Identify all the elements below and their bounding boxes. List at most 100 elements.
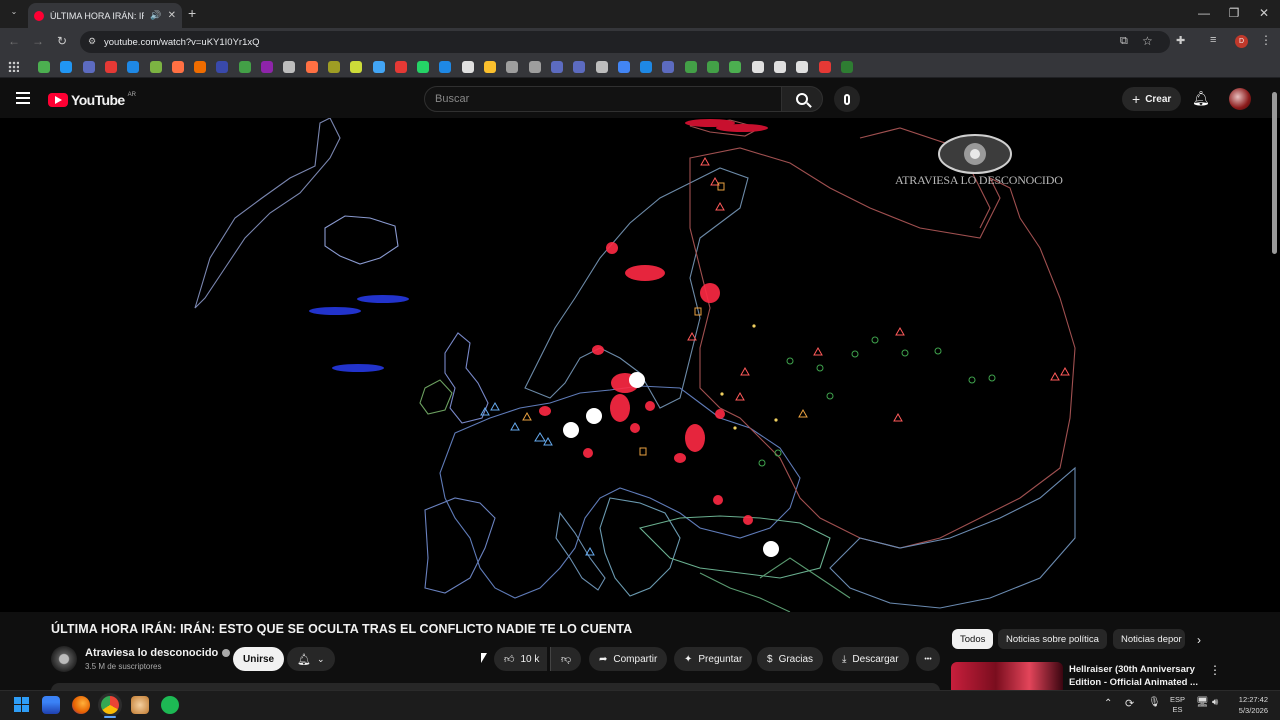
restore-button[interactable]: ❐: [1222, 6, 1246, 20]
bookmark-favicon-icon[interactable]: [573, 61, 586, 73]
chip-sports[interactable]: Noticias depor: [1113, 629, 1185, 649]
bookmark-favicon-icon[interactable]: [327, 61, 340, 73]
new-tab-button[interactable]: +: [188, 5, 196, 21]
chips-next-arrow-icon[interactable]: ›: [1197, 633, 1201, 647]
bookmark-favicon-icon[interactable]: [305, 61, 318, 73]
clock[interactable]: 12:27:42 5/3/2026: [1230, 694, 1268, 716]
firefox-icon[interactable]: [72, 696, 90, 714]
bookmark-favicon-icon[interactable]: [818, 61, 831, 73]
site-info-icon[interactable]: ⚙: [88, 36, 96, 47]
back-icon[interactable]: ←: [8, 34, 20, 48]
iberia-outline: [424, 497, 496, 594]
share-button[interactable]: ➦ Compartir: [589, 647, 668, 671]
bookmark-favicon-icon[interactable]: [796, 61, 809, 73]
network-icon[interactable]: 🖥︎: [1196, 697, 1209, 708]
profile-avatar-icon[interactable]: D: [1235, 35, 1248, 48]
bookmark-favicon-icon[interactable]: [729, 61, 742, 73]
channel-avatar[interactable]: [51, 646, 77, 672]
language-indicator[interactable]: ESP ES: [1170, 695, 1185, 715]
close-window-button[interactable]: ✕: [1252, 6, 1276, 20]
media-control-icon[interactable]: ≡: [1210, 34, 1216, 46]
bookmark-favicon-icon[interactable]: [104, 61, 117, 73]
forward-icon[interactable]: →: [32, 34, 44, 48]
bookmark-favicon-icon[interactable]: [617, 61, 630, 73]
bookmark-favicon-icon[interactable]: [640, 61, 653, 73]
bookmark-favicon-icon[interactable]: [595, 61, 608, 73]
dislike-button[interactable]: 👎︎: [550, 647, 582, 671]
windows-start-icon[interactable]: [14, 697, 29, 712]
apps-grid-icon[interactable]: [8, 61, 19, 72]
channel-name[interactable]: Atraviesa lo desconocido: [85, 647, 231, 659]
video-player[interactable]: ATRAVIESA LO DESCONOCIDO: [0, 118, 1280, 612]
bookmark-favicon-icon[interactable]: [127, 61, 140, 73]
extensions-icon[interactable]: ✚: [1176, 34, 1185, 47]
bookmark-favicon-icon[interactable]: [707, 61, 719, 73]
search-input[interactable]: Buscar: [424, 86, 782, 112]
install-app-icon[interactable]: ⧉: [1120, 35, 1128, 48]
recommended-menu-icon[interactable]: ⋮: [1209, 663, 1221, 677]
speaker-icon[interactable]: 🔊: [150, 10, 161, 21]
bookmark-favicon-icon[interactable]: [773, 61, 786, 73]
bookmark-favicon-icon[interactable]: [283, 61, 296, 73]
tray-sync-icon[interactable]: ⟳: [1125, 697, 1134, 710]
bookmark-favicon-icon[interactable]: [171, 61, 184, 73]
bookmark-favicon-icon[interactable]: [484, 61, 496, 73]
tab-search-button[interactable]: ⌄: [6, 7, 22, 21]
tray-overflow-icon[interactable]: ⌃: [1104, 698, 1112, 709]
page-scrollbar[interactable]: [1272, 92, 1277, 254]
tray-mic-icon[interactable]: 🎙︎: [1148, 697, 1161, 708]
thanks-button[interactable]: $ Gracias: [757, 647, 824, 671]
bookmark-favicon-icon[interactable]: [461, 61, 474, 73]
search-button[interactable]: [781, 86, 823, 112]
bookmark-favicon-icon[interactable]: [149, 61, 162, 73]
voice-search-button[interactable]: [834, 86, 860, 112]
bookmark-favicon-icon[interactable]: [684, 61, 697, 73]
file-explorer-icon[interactable]: [42, 696, 60, 714]
bookmark-star-icon[interactable]: ☆: [1142, 34, 1153, 48]
minimize-button[interactable]: —: [1192, 6, 1216, 20]
chip-politics[interactable]: Noticias sobre política: [998, 629, 1107, 649]
bookmark-favicon-icon[interactable]: [506, 61, 519, 73]
bookmark-favicon-icon[interactable]: [60, 61, 73, 73]
tab-close-icon[interactable]: ✕: [168, 10, 176, 21]
notifications-bell-icon[interactable]: 🔔︎: [1192, 90, 1210, 107]
bookmark-favicon-icon[interactable]: [38, 61, 50, 73]
bookmark-favicon-icon[interactable]: [194, 61, 207, 73]
bookmark-favicon-icon[interactable]: [439, 61, 452, 73]
more-actions-button[interactable]: •••: [916, 647, 940, 671]
account-avatar[interactable]: [1229, 88, 1251, 110]
spotify-icon[interactable]: [161, 696, 179, 714]
chrome-icon[interactable]: [101, 696, 119, 714]
bookmark-favicon-icon[interactable]: [216, 61, 229, 73]
bookmark-favicon-icon[interactable]: [417, 61, 430, 73]
download-button[interactable]: ⤓ Descargar: [832, 647, 909, 671]
bookmark-favicon-icon[interactable]: [840, 61, 853, 73]
guide-menu-icon[interactable]: [16, 92, 30, 104]
recommended-thumbnail[interactable]: [951, 662, 1063, 690]
ask-button[interactable]: ✦ Preguntar: [674, 647, 753, 671]
bookmark-favicon-icon[interactable]: [350, 61, 363, 73]
bookmark-favicon-icon[interactable]: [372, 61, 385, 73]
recommended-title-line2[interactable]: Edition - Official Animated ...: [1069, 677, 1198, 688]
app-icon[interactable]: [131, 696, 149, 714]
like-button[interactable]: 👍︎ 10 k: [494, 647, 548, 671]
url-input[interactable]: ⚙ youtube.com/watch?v=uKY1I0Yr1xQ: [80, 31, 1170, 53]
bookmark-favicon-icon[interactable]: [238, 61, 251, 73]
bookmark-favicon-icon[interactable]: [662, 61, 675, 73]
bookmark-favicon-icon[interactable]: [261, 61, 273, 73]
create-button[interactable]: + Crear: [1122, 87, 1182, 111]
bookmark-favicon-icon[interactable]: [751, 61, 764, 73]
browser-tab[interactable]: ÚLTIMA HORA IRÁN: IRÁN: 🔊 ✕: [28, 3, 182, 28]
subscribed-bell-button[interactable]: 🔔︎ ⌄: [287, 647, 335, 671]
chip-all[interactable]: Todos: [952, 629, 994, 649]
bookmark-favicon-icon[interactable]: [550, 61, 563, 73]
reload-icon[interactable]: ↻: [57, 34, 67, 48]
join-button[interactable]: Unirse: [233, 647, 285, 671]
bookmark-favicon-icon[interactable]: [528, 61, 541, 73]
youtube-logo[interactable]: YouTube AR: [48, 92, 136, 108]
recommended-title-line1[interactable]: Hellraiser (30th Anniversary: [1069, 664, 1195, 675]
bookmark-favicon-icon[interactable]: [394, 61, 407, 73]
bookmark-favicon-icon[interactable]: [82, 61, 95, 73]
volume-icon[interactable]: 🔊︎: [1212, 697, 1218, 708]
browser-menu-icon[interactable]: ⋮: [1260, 33, 1272, 47]
